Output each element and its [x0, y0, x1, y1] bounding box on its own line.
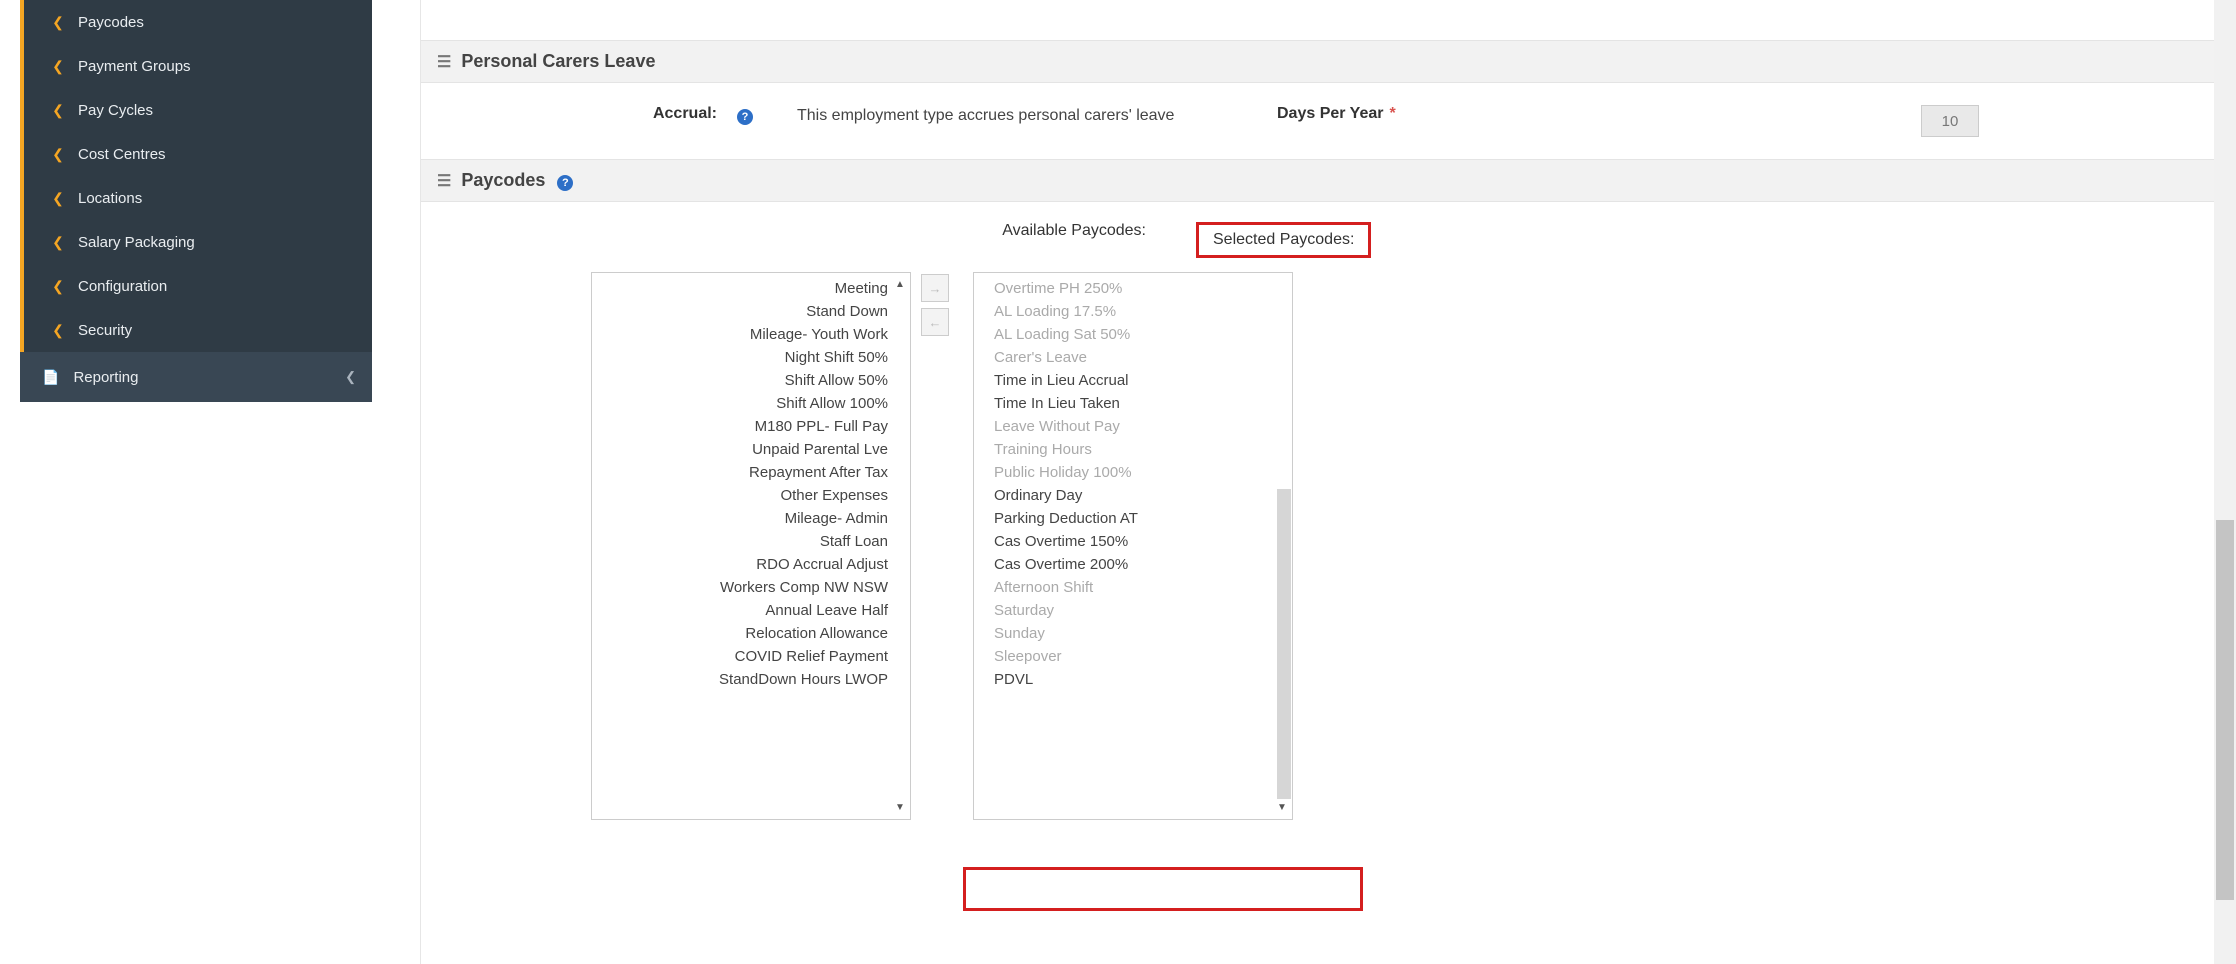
list-item[interactable]: Overtime PH 250% [984, 277, 1274, 300]
sidebar-item-label: Security [78, 322, 132, 339]
list-item[interactable]: PDVL [984, 668, 1274, 691]
sidebar-item-label: Configuration [78, 278, 167, 295]
chevron-left-icon: ❮ [52, 278, 64, 295]
sidebar-item-pay-cycles[interactable]: ❮ Pay Cycles [24, 88, 372, 132]
chevron-left-icon: ❮ [52, 58, 64, 75]
list-item[interactable]: Afternoon Shift [984, 576, 1274, 599]
list-item[interactable]: Shift Allow 100% [602, 392, 892, 415]
list-item[interactable]: StandDown Hours LWOP [602, 668, 892, 691]
available-paycodes-listbox[interactable]: ▲ MeetingStand DownMileage- Youth WorkNi… [591, 272, 911, 820]
section-title: Personal Carers Leave [461, 51, 655, 72]
scrollbar[interactable] [1277, 489, 1291, 799]
section-header-personal-carers[interactable]: ☰ Personal Carers Leave [421, 40, 2215, 83]
chevron-left-icon: ❮ [52, 146, 64, 163]
arrow-left-icon: ← [929, 315, 942, 330]
chevron-left-icon: ❮ [345, 369, 356, 385]
move-left-button[interactable]: ← [921, 308, 949, 336]
list-item[interactable]: Night Shift 50% [602, 346, 892, 369]
list-item[interactable]: Staff Loan [602, 530, 892, 553]
list-item[interactable]: Leave Without Pay [984, 415, 1274, 438]
accrual-row: Accrual: ? This employment type accrues … [421, 83, 2215, 159]
help-icon: ? [737, 109, 753, 125]
help-icon: ? [557, 175, 573, 191]
list-item[interactable]: Parking Deduction AT [984, 507, 1274, 530]
sidebar-item-label: Paycodes [78, 14, 144, 31]
sidebar-item-security[interactable]: ❮ Security [24, 308, 372, 352]
list-item[interactable]: Ordinary Day [984, 484, 1274, 507]
chevron-left-icon: ❮ [52, 234, 64, 251]
days-per-year-input[interactable] [1921, 105, 1979, 137]
move-right-button[interactable]: → [921, 274, 949, 302]
sidebar: ❮ Paycodes ❮ Payment Groups ❮ Pay Cycles… [20, 0, 372, 402]
section-title: Paycodes [461, 170, 545, 191]
accrual-label: Accrual: [437, 105, 737, 123]
section-header-paycodes[interactable]: ☰ Paycodes ? [421, 159, 2215, 202]
drag-handle-icon: ☰ [437, 171, 451, 191]
arrow-right-icon: → [929, 281, 942, 296]
list-item[interactable]: Carer's Leave [984, 346, 1274, 369]
scroll-down-icon[interactable]: ▼ [1276, 802, 1288, 813]
scrollbar-thumb[interactable] [2216, 520, 2234, 900]
sidebar-item-payment-groups[interactable]: ❮ Payment Groups [24, 44, 372, 88]
sidebar-item-label: Salary Packaging [78, 234, 195, 251]
list-item[interactable]: Cas Overtime 150% [984, 530, 1274, 553]
scroll-up-icon[interactable]: ▲ [894, 279, 906, 290]
sidebar-item-salary-packaging[interactable]: ❮ Salary Packaging [24, 220, 372, 264]
list-item[interactable]: Mileage- Admin [602, 507, 892, 530]
list-item[interactable]: Workers Comp NW NSW [602, 576, 892, 599]
sidebar-item-label: Reporting [73, 369, 138, 386]
list-item[interactable]: Time In Lieu Taken [984, 392, 1274, 415]
chevron-left-icon: ❮ [52, 102, 64, 119]
scroll-down-icon[interactable]: ▼ [894, 802, 906, 813]
list-item[interactable]: RDO Accrual Adjust [602, 553, 892, 576]
paycodes-help[interactable]: ? [557, 170, 573, 191]
list-item[interactable]: Unpaid Parental Lve [602, 438, 892, 461]
accrual-help[interactable]: ? [737, 105, 797, 125]
main-panel: ☰ Personal Carers Leave Accrual: ? This … [420, 0, 2216, 964]
list-item[interactable]: Shift Allow 50% [602, 369, 892, 392]
list-item[interactable]: AL Loading 17.5% [984, 300, 1274, 323]
document-icon: 📄 [42, 369, 59, 386]
drag-handle-icon: ☰ [437, 52, 451, 72]
list-item[interactable]: Cas Overtime 200% [984, 553, 1274, 576]
available-paycodes-label: Available Paycodes: [741, 222, 1196, 258]
sidebar-item-configuration[interactable]: ❮ Configuration [24, 264, 372, 308]
list-item[interactable]: AL Loading Sat 50% [984, 323, 1274, 346]
list-item[interactable]: Annual Leave Half [602, 599, 892, 622]
sidebar-item-cost-centres[interactable]: ❮ Cost Centres [24, 132, 372, 176]
selected-paycodes-highlight: Selected Paycodes: [1196, 222, 1371, 258]
chevron-left-icon: ❮ [52, 14, 64, 31]
list-item[interactable]: Relocation Allowance [602, 622, 892, 645]
list-item[interactable]: Time in Lieu Accrual [984, 369, 1274, 392]
sidebar-item-label: Locations [78, 190, 142, 207]
sidebar-item-label: Cost Centres [78, 146, 166, 163]
list-item[interactable]: M180 PPL- Full Pay [602, 415, 892, 438]
list-item[interactable]: Mileage- Youth Work [602, 323, 892, 346]
sidebar-item-label: Payment Groups [78, 58, 191, 75]
page-scrollbar[interactable] [2214, 0, 2236, 964]
list-item[interactable]: Repayment After Tax [602, 461, 892, 484]
list-item[interactable]: Other Expenses [602, 484, 892, 507]
chevron-left-icon: ❮ [52, 322, 64, 339]
list-item[interactable]: Stand Down [602, 300, 892, 323]
list-item[interactable]: Training Hours [984, 438, 1274, 461]
sidebar-item-locations[interactable]: ❮ Locations [24, 176, 372, 220]
sidebar-item-paycodes[interactable]: ❮ Paycodes [24, 0, 372, 44]
selected-paycodes-listbox[interactable]: Overtime PH 250%AL Loading 17.5%AL Loadi… [973, 272, 1293, 820]
list-item[interactable]: Meeting [602, 277, 892, 300]
selected-paycodes-label: Selected Paycodes: [1213, 231, 1354, 248]
days-per-year-label: Days Per Year* [1277, 105, 1396, 123]
list-item[interactable]: COVID Relief Payment [602, 645, 892, 668]
sidebar-item-reporting[interactable]: 📄 Reporting ❮ [20, 352, 372, 402]
list-item[interactable]: Sunday [984, 622, 1274, 645]
list-item[interactable]: Public Holiday 100% [984, 461, 1274, 484]
chevron-left-icon: ❮ [52, 190, 64, 207]
accrual-description: This employment type accrues personal ca… [797, 105, 1197, 127]
list-item[interactable]: Saturday [984, 599, 1274, 622]
sidebar-item-label: Pay Cycles [78, 102, 153, 119]
list-item[interactable]: Sleepover [984, 645, 1274, 668]
